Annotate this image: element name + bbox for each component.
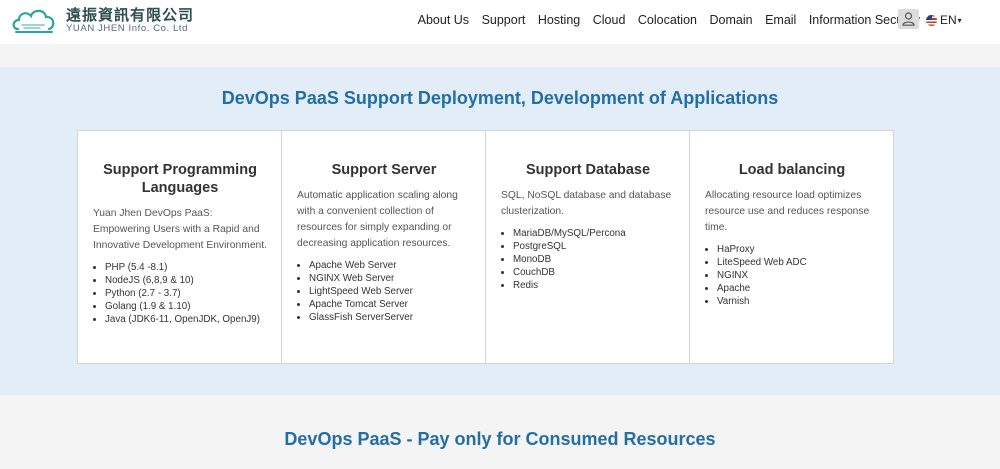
list-item: PHP (5.4 -8.1) (105, 261, 267, 274)
nav-domain[interactable]: Domain (709, 13, 752, 27)
logo-english-name: YUAN JHEN Info. Co. Ltd (66, 23, 189, 34)
logo-chinese-name: 遠振資訊有限公司 (66, 6, 195, 24)
list-item: PostgreSQL (513, 240, 675, 253)
card-list: HaProxy LiteSpeed Web ADC NGINX Apache V… (705, 243, 879, 308)
card-title: Support Server (331, 162, 437, 178)
list-item: Apache (717, 282, 879, 295)
list-item: Golang (1.9 & 1.10) (105, 300, 267, 313)
features-section-title: DevOps PaaS Support Deployment, Developm… (221, 88, 779, 108)
company-logo[interactable]: 遠振資訊有限公司 YUAN JHEN Info. Co. Ltd (10, 3, 195, 39)
list-item: LiteSpeed Web ADC (717, 256, 879, 269)
card-list: Apache Web Server NGINX Web Server Light… (297, 259, 471, 324)
list-item: Apache Web Server (309, 259, 471, 272)
list-item: NodeJS (6,8,9 & 10) (105, 274, 267, 287)
list-item: Python (2.7 - 3.7) (105, 287, 267, 300)
list-item: Varnish (717, 295, 879, 308)
card-programming-languages: Support Programming Languages Yuan Jhen … (78, 131, 282, 363)
card-title: Load balancing (738, 162, 846, 178)
list-item: HaProxy (717, 243, 879, 256)
card-load-balancing: Load balancing Allocating resource load … (690, 131, 893, 363)
caret-down-icon: ▾ (957, 15, 962, 25)
feature-cards: Support Programming Languages Yuan Jhen … (77, 130, 894, 364)
card-title: Support Database (525, 162, 651, 178)
user-account-button[interactable] (898, 9, 919, 29)
nav-colocation[interactable]: Colocation (638, 13, 697, 27)
list-item: NGINX (717, 269, 879, 282)
nav-email[interactable]: Email (765, 13, 796, 27)
list-item: MonoDB (513, 253, 675, 266)
pricing-section-title: DevOps PaaS - Pay only for Consumed Reso… (284, 429, 716, 449)
language-selector[interactable]: EN ▾ (926, 12, 962, 28)
site-header: 遠振資訊有限公司 YUAN JHEN Info. Co. Ltd About U… (0, 0, 1000, 44)
list-item: NGINX Web Server (309, 272, 471, 285)
card-list: MariaDB/MySQL/Percona PostgreSQL MonoDB … (501, 227, 675, 292)
list-item: CouchDB (513, 266, 675, 279)
us-flag-icon (926, 14, 937, 26)
list-item: MariaDB/MySQL/Percona (513, 227, 675, 240)
cloud-logo-icon (12, 9, 55, 33)
language-label: EN (940, 13, 957, 27)
nav-about-us[interactable]: About Us (418, 13, 469, 27)
card-list: PHP (5.4 -8.1) NodeJS (6,8,9 & 10) Pytho… (93, 261, 267, 326)
list-item: Redis (513, 279, 675, 292)
user-icon (902, 12, 915, 26)
list-item: LightSpeed Web Server (309, 285, 471, 298)
card-support-server: Support Server Automatic application sca… (282, 131, 486, 363)
card-description: Automatic application scaling along with… (297, 190, 458, 249)
list-item: GlassFish ServerServer (309, 311, 471, 324)
card-title: Support Programming Languages (103, 162, 257, 196)
nav-support[interactable]: Support (482, 13, 526, 27)
list-item: Apache Tomcat Server (309, 298, 471, 311)
nav-hosting[interactable]: Hosting (538, 13, 580, 27)
card-description: Allocating resource load optimizes resou… (705, 190, 870, 233)
card-description: Yuan Jhen DevOps PaaS: Empowering Users … (93, 208, 267, 251)
card-description: SQL, NoSQL database and database cluster… (501, 190, 672, 217)
nav-cloud[interactable]: Cloud (593, 13, 626, 27)
main-nav: About Us Support Hosting Cloud Colocatio… (405, 0, 920, 40)
card-support-database: Support Database SQL, NoSQL database and… (486, 131, 690, 363)
list-item: Java (JDK6-11, OpenJDK, OpenJ9) (105, 313, 267, 326)
